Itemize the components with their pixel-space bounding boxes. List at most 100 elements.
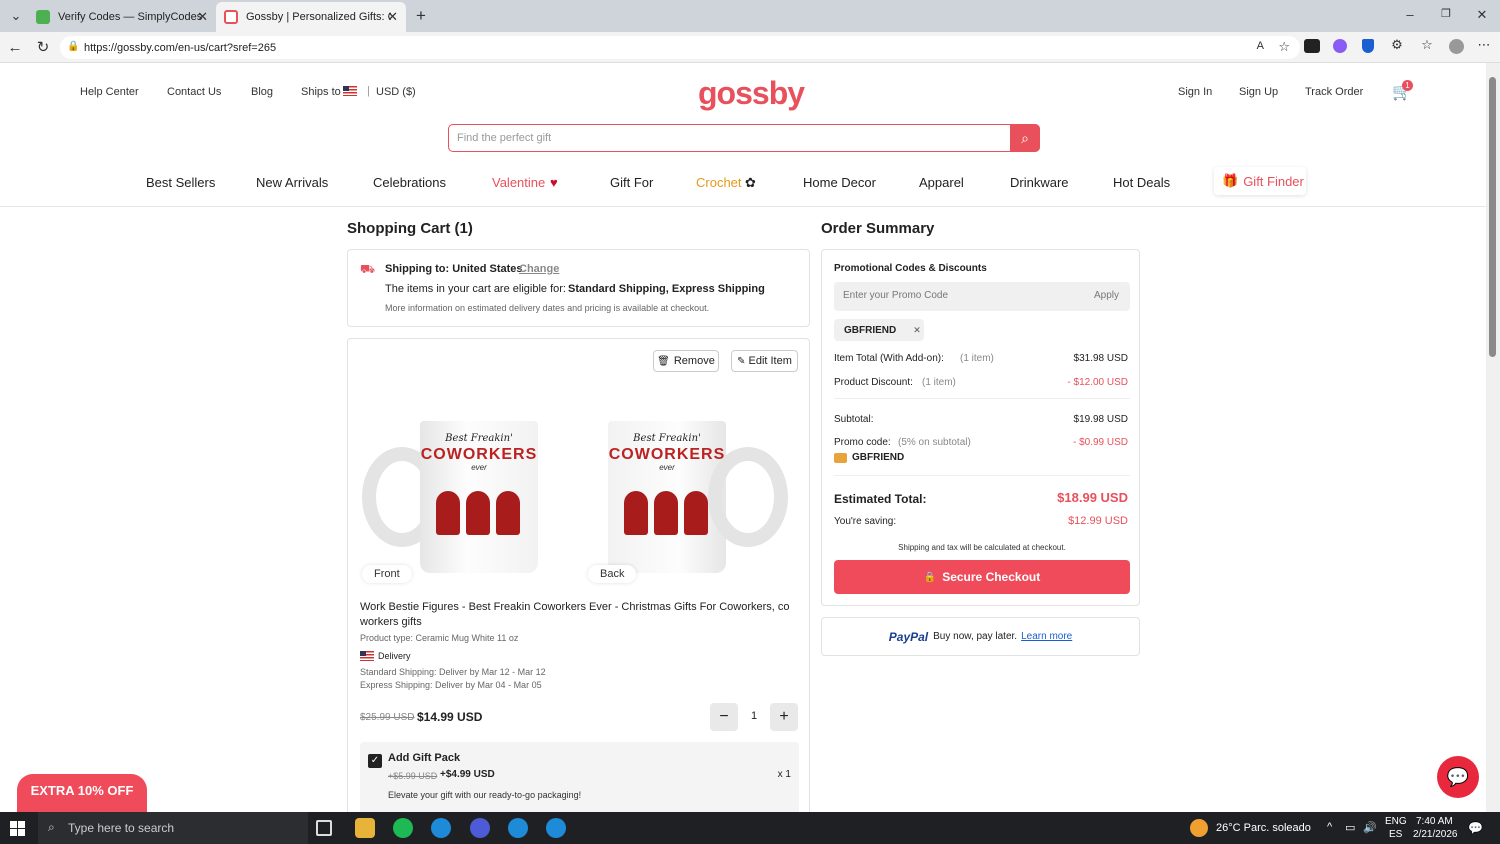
track-order-link[interactable]: Track Order	[1305, 86, 1363, 98]
secure-checkout-button[interactable]: 🔒 Secure Checkout	[834, 560, 1130, 594]
tab-gossby[interactable]: Gossby | Personalized Gifts: Custo ✕	[216, 2, 406, 32]
extension-icon[interactable]	[1304, 39, 1320, 53]
promo-code-field[interactable]: Enter your Promo Code Apply	[834, 282, 1130, 311]
nav-valentine[interactable]: Valentine	[492, 175, 545, 190]
file-explorer-icon[interactable]	[355, 818, 375, 838]
learn-more-link[interactable]: Learn more	[1021, 631, 1072, 642]
nav-drinkware[interactable]: Drinkware	[1010, 175, 1069, 190]
taskbar-search[interactable]: ⌕ Type here to search	[38, 812, 308, 844]
mug-back-image[interactable]: Best Freakin' COWORKERS ever	[586, 409, 796, 584]
url-field[interactable]: 🔒 https://gossby.com/en-us/cart?sref=265…	[60, 36, 1300, 59]
nav-home-decor[interactable]: Home Decor	[803, 175, 876, 190]
ships-to-selector[interactable]: Ships to	[301, 86, 341, 98]
more-info-text: More information on estimated delivery d…	[385, 303, 710, 313]
new-tab-icon[interactable]: +	[412, 6, 430, 26]
sign-up-link[interactable]: Sign Up	[1239, 86, 1278, 98]
mug-handle	[708, 447, 788, 547]
mug-front-image[interactable]: Best Freakin' COWORKERS ever	[360, 409, 570, 584]
refresh-icon[interactable]: ↻	[34, 38, 52, 56]
search-input[interactable]: Find the perfect gift	[457, 132, 551, 144]
extra-10-off-banner[interactable]: EXTRA 10% OFF	[17, 774, 147, 812]
favorite-star-icon[interactable]: ☆	[1278, 39, 1290, 55]
gift-finder-button[interactable]: 🎁 Gift Finder	[1214, 167, 1306, 195]
search-icon: ⌕	[1021, 130, 1029, 146]
scrollbar-thumb[interactable]	[1489, 77, 1496, 357]
task-view-icon[interactable]	[316, 820, 332, 836]
nav-gift-for[interactable]: Gift For	[610, 175, 653, 190]
shield-extension-icon[interactable]	[1362, 39, 1374, 53]
currency-selector[interactable]: USD ($)	[376, 86, 416, 98]
edge-active-icon[interactable]	[508, 818, 528, 838]
weather-text[interactable]: 26°C Parc. soleado	[1216, 822, 1311, 834]
taskbar-search-text: Type here to search	[68, 821, 175, 835]
sign-in-link[interactable]: Sign In	[1178, 86, 1212, 98]
page-scrollbar[interactable]	[1486, 63, 1500, 812]
collections-icon[interactable]: ☆	[1418, 37, 1436, 53]
nav-best-sellers[interactable]: Best Sellers	[146, 175, 215, 190]
search-bar[interactable]: Find the perfect gift ⌕	[448, 124, 1040, 152]
profile-avatar[interactable]	[1449, 39, 1464, 54]
keyboard-layout[interactable]: ES	[1389, 829, 1402, 840]
decrease-quantity-button[interactable]: −	[710, 703, 738, 731]
spotify-icon[interactable]	[393, 818, 413, 838]
more-menu-icon[interactable]: ⋯	[1476, 37, 1492, 53]
clock-time[interactable]: 7:40 AM	[1416, 816, 1453, 827]
mug-text-bottom: ever	[659, 463, 675, 472]
language-indicator[interactable]: ENG	[1385, 816, 1407, 827]
remove-button[interactable]: 🗑 Remove	[653, 350, 719, 372]
increase-quantity-button[interactable]: +	[770, 703, 798, 731]
applied-code: GBFRIEND	[844, 324, 897, 336]
notifications-icon[interactable]: 💬	[1468, 821, 1483, 835]
windows-start-icon[interactable]	[10, 821, 25, 836]
read-aloud-icon[interactable]: A	[1257, 40, 1264, 52]
minimize-icon[interactable]: –	[1402, 7, 1418, 22]
change-country-link[interactable]: Change	[519, 263, 559, 275]
site-info-icon[interactable]: 🔒	[67, 41, 79, 52]
close-tab-icon[interactable]: ✕	[387, 9, 398, 25]
edge-profile-icon[interactable]	[470, 818, 490, 838]
product-name[interactable]: Work Bestie Figures - Best Freakin Cowor…	[360, 600, 790, 630]
address-bar-row: ← ↻ 🔒 https://gossby.com/en-us/cart?sref…	[0, 32, 1500, 63]
quantity-value[interactable]: 1	[748, 710, 760, 722]
extensions-puzzle-icon[interactable]: ⚙	[1388, 37, 1406, 53]
saving-label: You're saving:	[834, 516, 897, 527]
remove-code-icon[interactable]: ✕	[913, 325, 921, 336]
nav-hot-deals[interactable]: Hot Deals	[1113, 175, 1170, 190]
cart-button[interactable]: 🛒 1	[1392, 80, 1413, 102]
copilot-extension-icon[interactable]	[1333, 39, 1347, 53]
mug-text-bottom: ever	[471, 463, 487, 472]
gossby-logo[interactable]: gossby	[698, 75, 805, 112]
search-button[interactable]: ⌕	[1010, 124, 1040, 152]
subtotal-label: Subtotal:	[834, 414, 874, 425]
close-tab-icon[interactable]: ✕	[197, 9, 208, 25]
tray-chevron-icon[interactable]: ^	[1327, 821, 1332, 833]
network-icon[interactable]: ▭	[1345, 821, 1355, 834]
express-shipping-date: Express Shipping: Deliver by Mar 04 - Ma…	[360, 680, 542, 690]
clock-date[interactable]: 2/21/2026	[1413, 829, 1458, 840]
back-icon[interactable]: ←	[6, 39, 24, 56]
help-center-link[interactable]: Help Center	[80, 86, 139, 98]
estimated-total-value: $18.99 USD	[1057, 490, 1128, 505]
nav-celebrations[interactable]: Celebrations	[373, 175, 446, 190]
figure-icon	[466, 491, 490, 535]
edge-window-icon[interactable]	[546, 818, 566, 838]
nav-crochet[interactable]: Crochet	[696, 175, 742, 190]
blog-link[interactable]: Blog	[251, 86, 273, 98]
volume-icon[interactable]: 🔊	[1363, 821, 1377, 834]
apply-button[interactable]: Apply	[1094, 290, 1119, 301]
weather-icon[interactable]	[1190, 819, 1208, 837]
edit-item-button[interactable]: ✎ Edit Item	[731, 350, 798, 372]
gift-pack-checkbox[interactable]: ✓	[368, 754, 382, 768]
shipping-to-label: Shipping to: United States	[385, 263, 523, 275]
nav-new-arrivals[interactable]: New Arrivals	[256, 175, 328, 190]
tab-simplycodes[interactable]: Verify Codes — SimplyCodes ✕	[28, 2, 216, 32]
contact-us-link[interactable]: Contact Us	[167, 86, 221, 98]
promo-code-input[interactable]: Enter your Promo Code	[843, 290, 948, 301]
tab-list-icon[interactable]: ⌄	[6, 8, 26, 24]
maximize-icon[interactable]: ❐	[1438, 7, 1454, 20]
close-window-icon[interactable]: ✕	[1474, 7, 1490, 23]
chat-button[interactable]: 💬	[1437, 756, 1479, 798]
nav-apparel[interactable]: Apparel	[919, 175, 964, 190]
cart-count-badge: 1	[1402, 80, 1413, 91]
edge-icon[interactable]	[431, 818, 451, 838]
